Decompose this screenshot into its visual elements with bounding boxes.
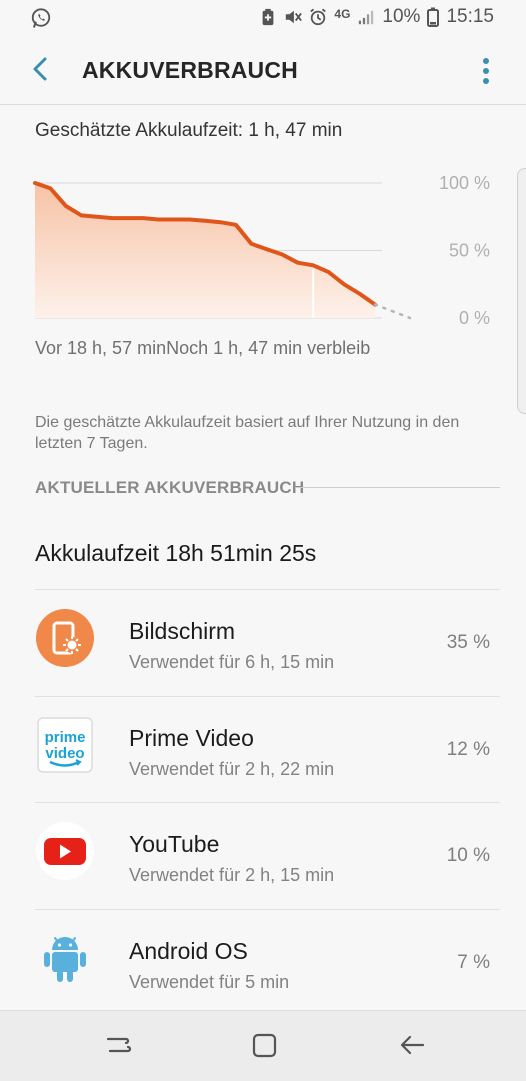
app-usage-percent: 12 % <box>446 739 490 760</box>
app-usage-time: Verwendet für 2 h, 15 min <box>129 865 335 885</box>
section-title: AKTUELLER AKKUVERBRAUCH <box>35 478 305 497</box>
navigation-bar <box>0 1010 526 1081</box>
app-name: Android OS <box>129 938 248 964</box>
prime-video-icon: prime video <box>37 717 93 773</box>
status-bar: 4G 10% 15:15 <box>0 0 526 36</box>
whatsapp-icon <box>31 8 51 28</box>
svg-text:prime: prime <box>45 729 86 746</box>
y-tick-label: 100 % <box>439 173 490 193</box>
back-icon[interactable] <box>396 1029 428 1061</box>
total-battery-time: Akkulaufzeit 18h 51min 25s <box>35 540 317 566</box>
mute-icon <box>286 10 303 24</box>
clock: 15:15 <box>446 6 494 27</box>
network-type-label: 4G <box>334 7 351 21</box>
app-usage-time: Verwendet für 6 h, 15 min <box>129 652 335 672</box>
estimate-note: Die geschätzte Akkulaufzeit basiert auf … <box>35 414 460 452</box>
app-usage-time: Verwendet für 2 h, 22 min <box>129 759 335 779</box>
svg-text:video: video <box>45 745 84 762</box>
section-divider <box>295 487 500 488</box>
app-usage-row-android-os[interactable]: Android OS Verwendet für 5 min 7 % <box>0 910 526 1016</box>
display-icon <box>36 609 94 667</box>
android-icon <box>44 937 86 982</box>
app-usage-row-prime-video[interactable]: prime video Prime Video Verwendet für 2 … <box>0 697 526 803</box>
battery-percent: 10% <box>382 6 421 27</box>
estimated-battery-time: Geschätzte Akkulaufzeit: 1 h, 47 min <box>35 120 343 141</box>
y-tick-label: 0 % <box>459 308 490 328</box>
alarm-icon <box>310 8 327 26</box>
home-icon[interactable] <box>248 1029 280 1061</box>
app-usage-percent: 10 % <box>446 845 490 866</box>
scroll-handle[interactable] <box>517 168 526 414</box>
back-arrow-icon[interactable] <box>26 54 56 84</box>
app-name: Bildschirm <box>129 618 236 644</box>
youtube-icon <box>36 822 94 880</box>
app-usage-time: Verwendet für 5 min <box>129 972 290 992</box>
more-vert-icon[interactable] <box>480 56 492 86</box>
app-usage-percent: 7 % <box>457 952 490 973</box>
y-tick-label: 50 % <box>449 241 490 261</box>
page-title: AKKUVERBRAUCH <box>82 57 298 83</box>
app-usage-percent: 35 % <box>446 632 490 653</box>
app-bar: AKKUVERBRAUCH <box>0 36 526 105</box>
recent-apps-icon[interactable] <box>102 1029 134 1061</box>
battery-level-chart: 100 % 50 % 0 % <box>33 173 490 328</box>
battery-icon <box>427 7 440 27</box>
signal-icon <box>359 10 374 25</box>
app-usage-row-bildschirm[interactable]: Bildschirm Verwendet für 6 h, 15 min 35 … <box>0 590 526 696</box>
chart-end-caption: Noch 1 h, 47 min verbleib <box>166 338 371 358</box>
app-name: Prime Video <box>129 725 254 751</box>
app-usage-row-youtube[interactable]: YouTube Verwendet für 2 h, 15 min 10 % <box>0 803 526 909</box>
chart-captions: Vor 18 h, 57 minNoch 1 h, 47 min verblei… <box>35 338 370 359</box>
battery-projection-line <box>373 303 412 320</box>
app-name: YouTube <box>129 831 220 857</box>
battery-saver-icon <box>263 8 274 26</box>
chart-start-caption: Vor 18 h, 57 min <box>35 338 167 358</box>
